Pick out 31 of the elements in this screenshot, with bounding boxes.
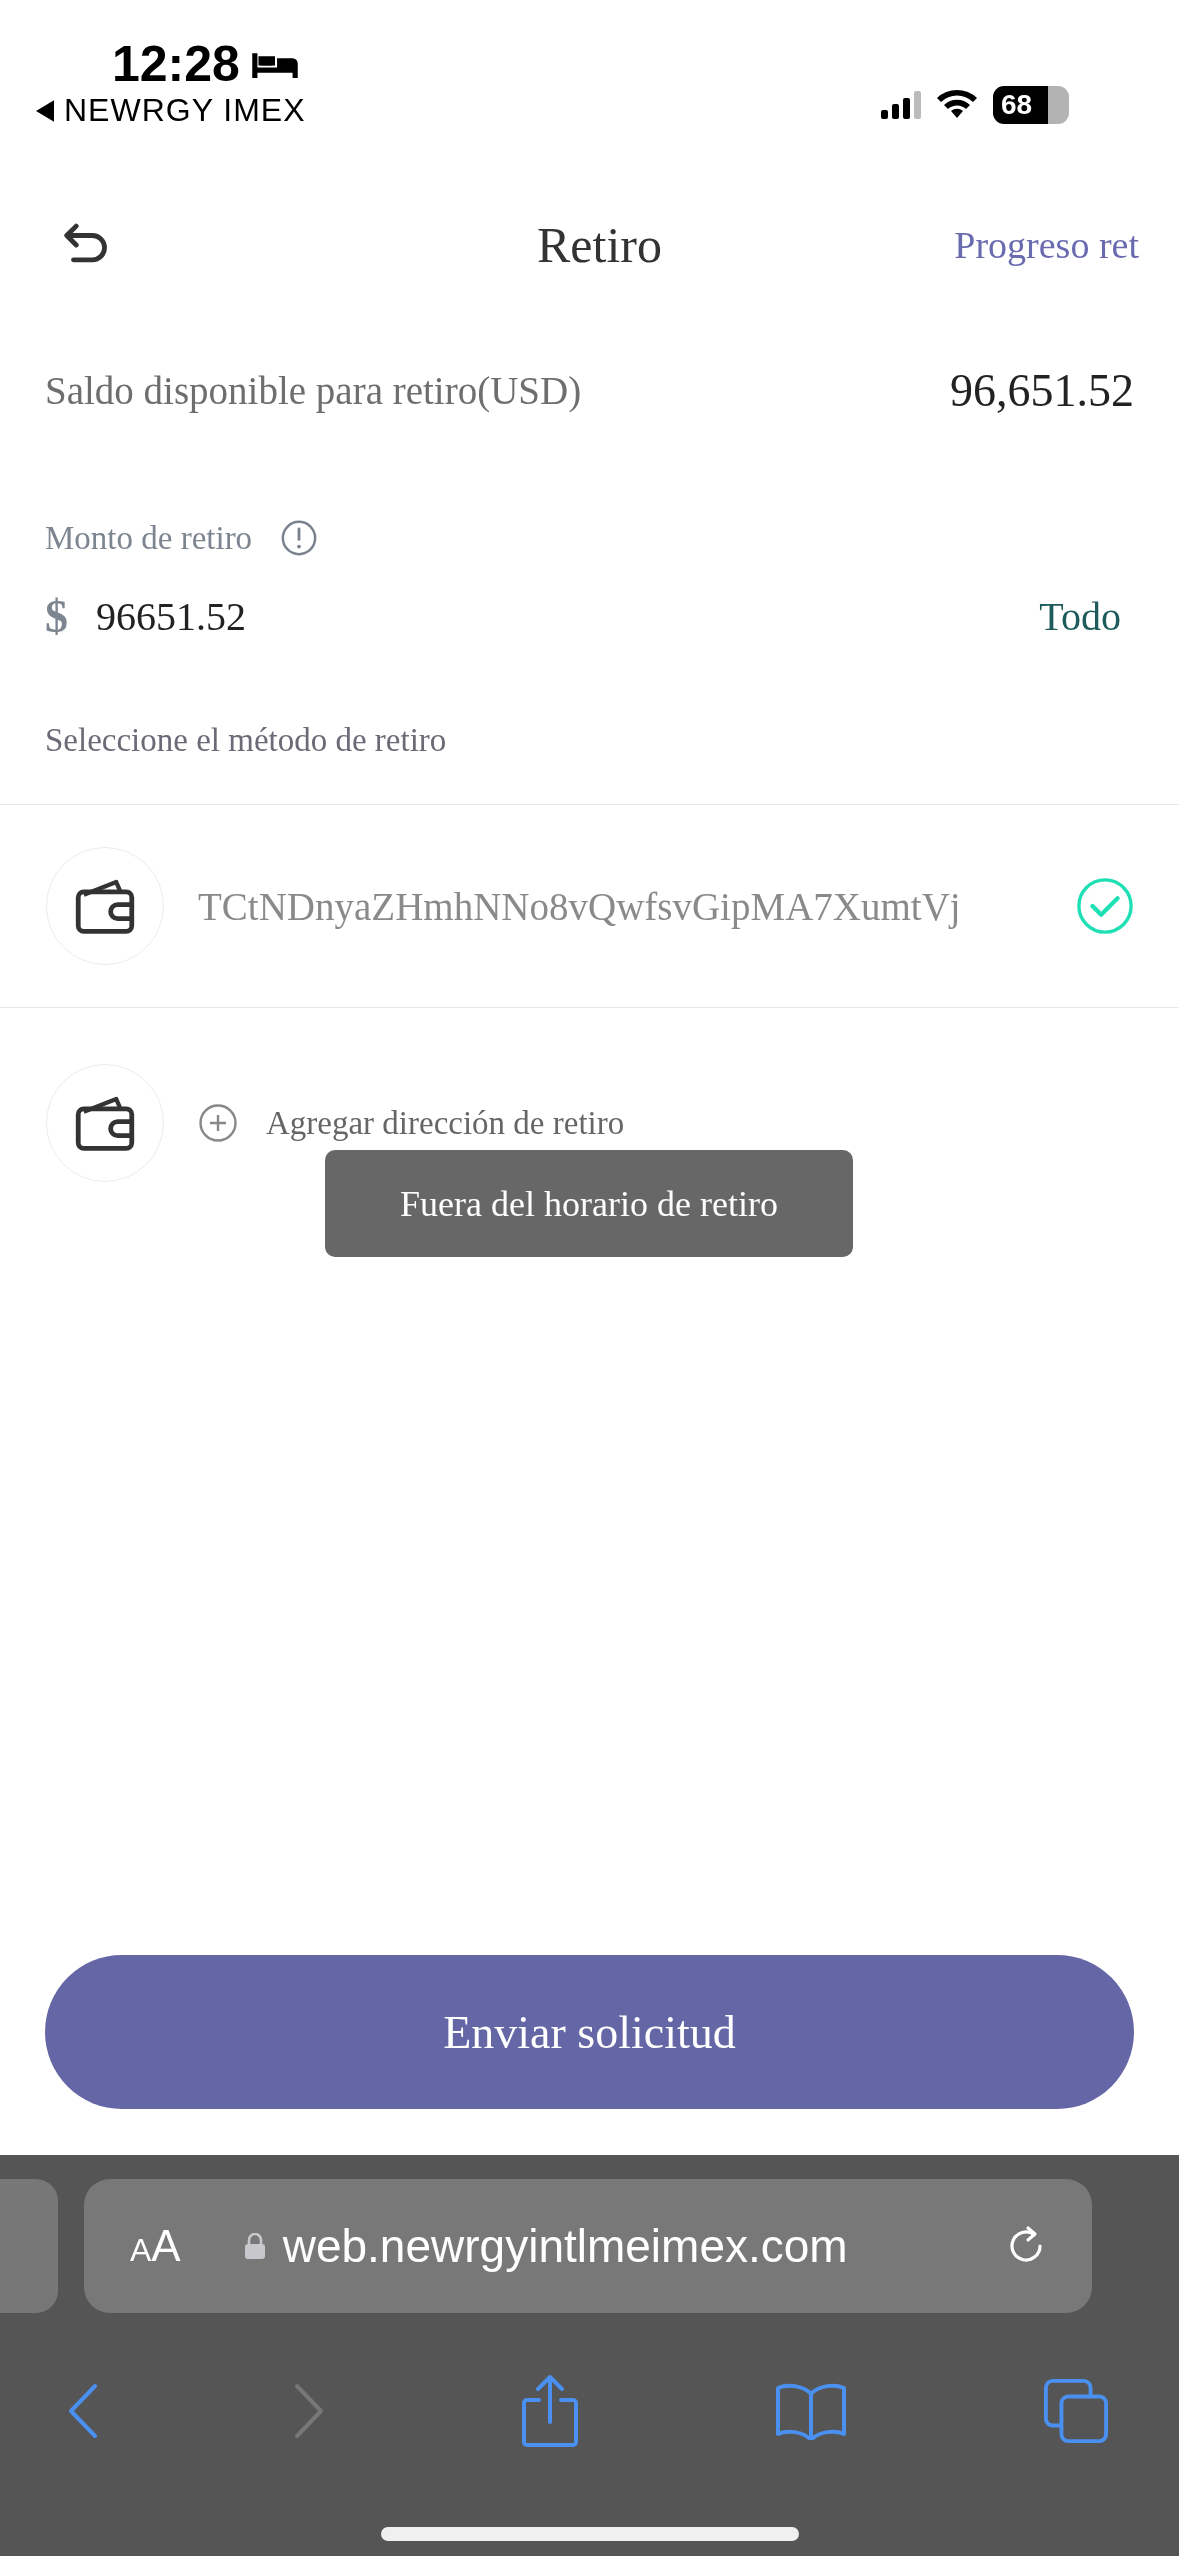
share-icon[interactable] (520, 2374, 579, 2448)
status-time: 12:28 (112, 36, 240, 92)
address-bar[interactable]: AA web.newrgyintlmeimex.com (84, 2179, 1092, 2313)
amount-label: Monto de retiro (45, 519, 253, 557)
add-icon[interactable] (198, 1103, 238, 1143)
hours-toast: Fuera del horario de retiro (325, 1150, 853, 1257)
battery-level: 68 (1001, 89, 1033, 121)
amount-field[interactable]: $ 96651.52 (45, 589, 246, 643)
add-address-link[interactable]: Agregar dirección de retiro (266, 1104, 625, 1142)
all-button[interactable]: Todo (1039, 592, 1121, 640)
tabs-icon[interactable] (1043, 2378, 1109, 2444)
page-title: Retiro (537, 216, 662, 274)
back-triangle-icon[interactable] (36, 99, 54, 122)
url-text: web.newrgyintlmeimex.com (282, 2219, 849, 2273)
address-item[interactable]: TCtNDnyaZHmhNNo8vQwfsvGipMA7XumtVj (0, 805, 1179, 1008)
wifi-icon (937, 90, 977, 120)
submit-button[interactable]: Enviar solicitud (45, 1955, 1134, 2109)
method-label: Seleccione el método de retiro (44, 721, 448, 760)
balance-value: 96,651.52 (950, 363, 1134, 417)
signal-icon (881, 91, 921, 119)
amount-value: 96651.52 (96, 592, 246, 640)
lock-icon (244, 2233, 265, 2259)
address-text: TCtNDnyaZHmhNNo8vQwfsvGipMA7XumtVj (198, 883, 962, 929)
balance-label: Saldo disponible para retiro(USD) (45, 367, 582, 413)
text-size-button[interactable]: AA (130, 2221, 181, 2271)
currency-symbol: $ (45, 589, 68, 643)
previous-tab[interactable] (0, 2179, 58, 2313)
info-icon[interactable] (280, 519, 319, 557)
progress-link[interactable]: Progreso ret (954, 223, 1139, 267)
back-to-app-link[interactable]: NEWRGY IMEX (64, 92, 306, 129)
book-icon[interactable] (774, 2382, 847, 2440)
